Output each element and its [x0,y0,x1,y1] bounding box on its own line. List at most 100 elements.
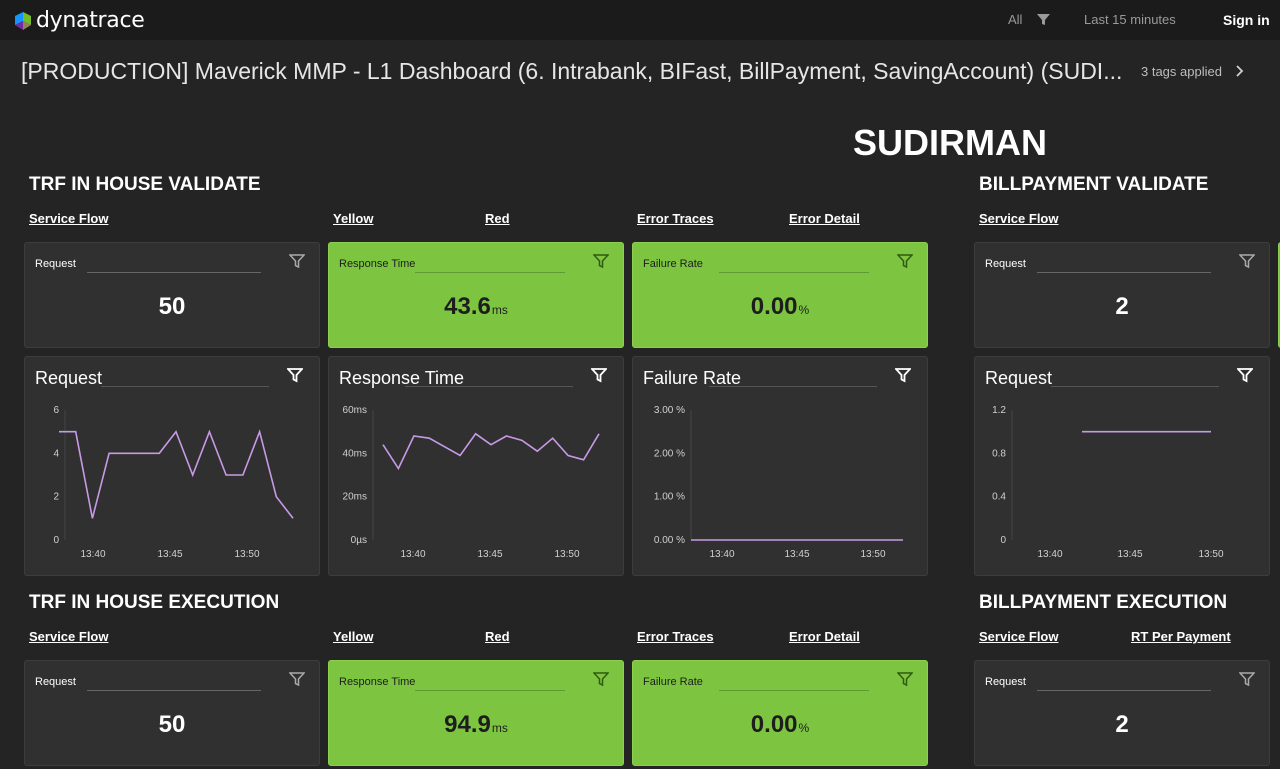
dynatrace-logo[interactable]: dynatrace [12,8,145,33]
line-chart: 0 0.4 0.8 1.2 13:40 13:45 13:50 [992,405,1224,560]
tile-failure-rate-trf-validate[interactable]: Failure Rate 0.00% [632,242,928,348]
value-unit: % [798,721,810,735]
y-tick-label: 20ms [343,492,367,503]
link-error-detail[interactable]: Error Detail [789,211,860,226]
link-service-flow[interactable]: Service Flow [29,629,108,644]
tile-value: 50 [25,293,319,321]
filter-icon[interactable] [897,253,913,269]
x-tick-label: 13:45 [1117,549,1142,560]
tile-title: Failure Rate [643,676,703,688]
y-tick-label: 0.4 [992,492,1006,503]
y-tick-label: 1.2 [992,405,1006,416]
filter-icon[interactable] [1239,253,1255,269]
sign-in-link[interactable]: Sign in [1223,12,1270,28]
value-number: 0.00 [750,293,798,320]
filter-icon[interactable] [289,671,305,687]
x-tick-label: 13:40 [80,549,105,560]
dashboard-title: [PRODUCTION] Maverick MMP - L1 Dashboard… [21,58,1123,84]
management-zone-filter[interactable]: All [1008,12,1022,27]
y-tick-label: 0 [53,535,59,546]
link-error-traces[interactable]: Error Traces [637,211,714,226]
x-tick-label: 13:40 [709,549,734,560]
line-chart: 0 2 4 6 13:40 13:45 13:50 [53,405,294,560]
tile-title: Request [35,676,76,688]
tile-value: 2 [975,711,1269,739]
link-rt-per-payment[interactable]: RT Per Payment [1131,629,1231,644]
y-tick-label: 1.00 % [654,492,685,503]
dynatrace-logo-icon [15,11,31,30]
divider [415,272,565,273]
y-tick-label: 0µs [351,535,367,546]
value-number: 43.6 [444,293,491,320]
link-red[interactable]: Red [485,211,510,226]
x-tick-label: 13:45 [784,549,809,560]
tile-failure-rate-trf-exec[interactable]: Failure Rate 0.00% [632,660,928,766]
filter-icon[interactable] [593,671,609,687]
x-tick-label: 13:40 [1037,549,1062,560]
link-error-traces[interactable]: Error Traces [637,629,714,644]
link-service-flow[interactable]: Service Flow [29,211,108,226]
y-tick-label: 0.00 % [654,535,685,546]
top-bar: dynatrace All Last 15 minutes Sign in [0,0,1280,40]
tile-response-time-trf-exec[interactable]: Response Time 94.9ms [328,660,624,766]
tile-request-trf-exec[interactable]: Request 50 [24,660,320,766]
tile-title: Failure Rate [643,258,703,270]
chart-tile-failure-rate-trf[interactable]: Failure Rate 0.00 % 1.00 % 2.00 % 3.00 % 13:… [632,356,928,576]
value-number: 50 [158,711,186,738]
tile-request-bill-exec[interactable]: Request 2 [974,660,1270,766]
chart-tile-response-time-trf[interactable]: Response Time 0µs 20ms 40ms 60ms 13:40 13:45 1… [328,356,624,576]
section-title-bill-exec: BILLPAYMENT EXECUTION [979,592,1228,613]
x-tick-label: 13:40 [400,549,425,560]
tile-value: 43.6ms [329,293,623,321]
tags-applied-link[interactable]: 3 tags applied [1141,64,1222,79]
tile-title: Response Time [339,676,416,688]
series-line [382,432,600,471]
filter-icon[interactable] [1036,12,1051,27]
section-title-bill-validate: BILLPAYMENT VALIDATE [979,174,1209,195]
tile-value: 94.9ms [329,711,623,739]
value-number: 2 [1115,711,1129,738]
line-chart: 0.00 % 1.00 % 2.00 % 3.00 % 13:40 13:45 13:50 [654,405,903,560]
chart-tile-request-trf[interactable]: Request 0 2 4 6 13:40 13:45 13:50 [24,356,320,576]
tile-value: 0.00% [633,711,927,739]
filter-icon[interactable] [289,253,305,269]
line-chart: 0µs 20ms 40ms 60ms 13:40 13:45 13:50 [343,405,600,560]
link-error-detail[interactable]: Error Detail [789,629,860,644]
tile-value: 0.00% [633,293,927,321]
tile-response-time-trf-validate[interactable]: Response Time 43.6ms [328,242,624,348]
x-tick-label: 13:50 [860,549,885,560]
y-tick-label: 60ms [343,405,367,416]
tile-request-bill-validate[interactable]: Request 2 [974,242,1270,348]
location-heading: SUDIRMAN [853,122,1047,163]
link-service-flow[interactable]: Service Flow [979,629,1058,644]
divider [87,690,261,691]
value-number: 2 [1115,293,1129,320]
x-tick-label: 13:50 [1198,549,1223,560]
filter-icon[interactable] [1239,671,1255,687]
filter-icon[interactable] [897,671,913,687]
chart-tile-request-bill[interactable]: Request 0 0.4 0.8 1.2 13:40 13:45 13:50 [974,356,1270,576]
tile-request-trf-validate[interactable]: Request 50 [24,242,320,348]
value-number: 0.00 [750,711,798,738]
tile-title: Request [35,258,76,270]
link-red[interactable]: Red [485,629,510,644]
tile-value: 50 [25,711,319,739]
section-title-trf-validate: TRF IN HOUSE VALIDATE [29,174,261,195]
y-tick-label: 4 [53,448,59,459]
series-line [59,429,294,519]
timeframe-selector[interactable]: Last 15 minutes [1084,12,1176,27]
divider [719,690,869,691]
filter-icon[interactable] [593,253,609,269]
link-yellow[interactable]: Yellow [333,211,373,226]
value-number: 50 [158,293,186,320]
x-tick-label: 13:50 [234,549,259,560]
y-tick-label: 6 [53,405,59,416]
chevron-right-icon[interactable] [1235,62,1245,80]
link-service-flow[interactable]: Service Flow [979,211,1058,226]
tile-title: Request [985,676,1026,688]
link-yellow[interactable]: Yellow [333,629,373,644]
y-tick-label: 2.00 % [654,448,685,459]
tile-title: Response Time [339,258,416,270]
divider [1037,690,1211,691]
y-tick-label: 2 [53,492,59,503]
